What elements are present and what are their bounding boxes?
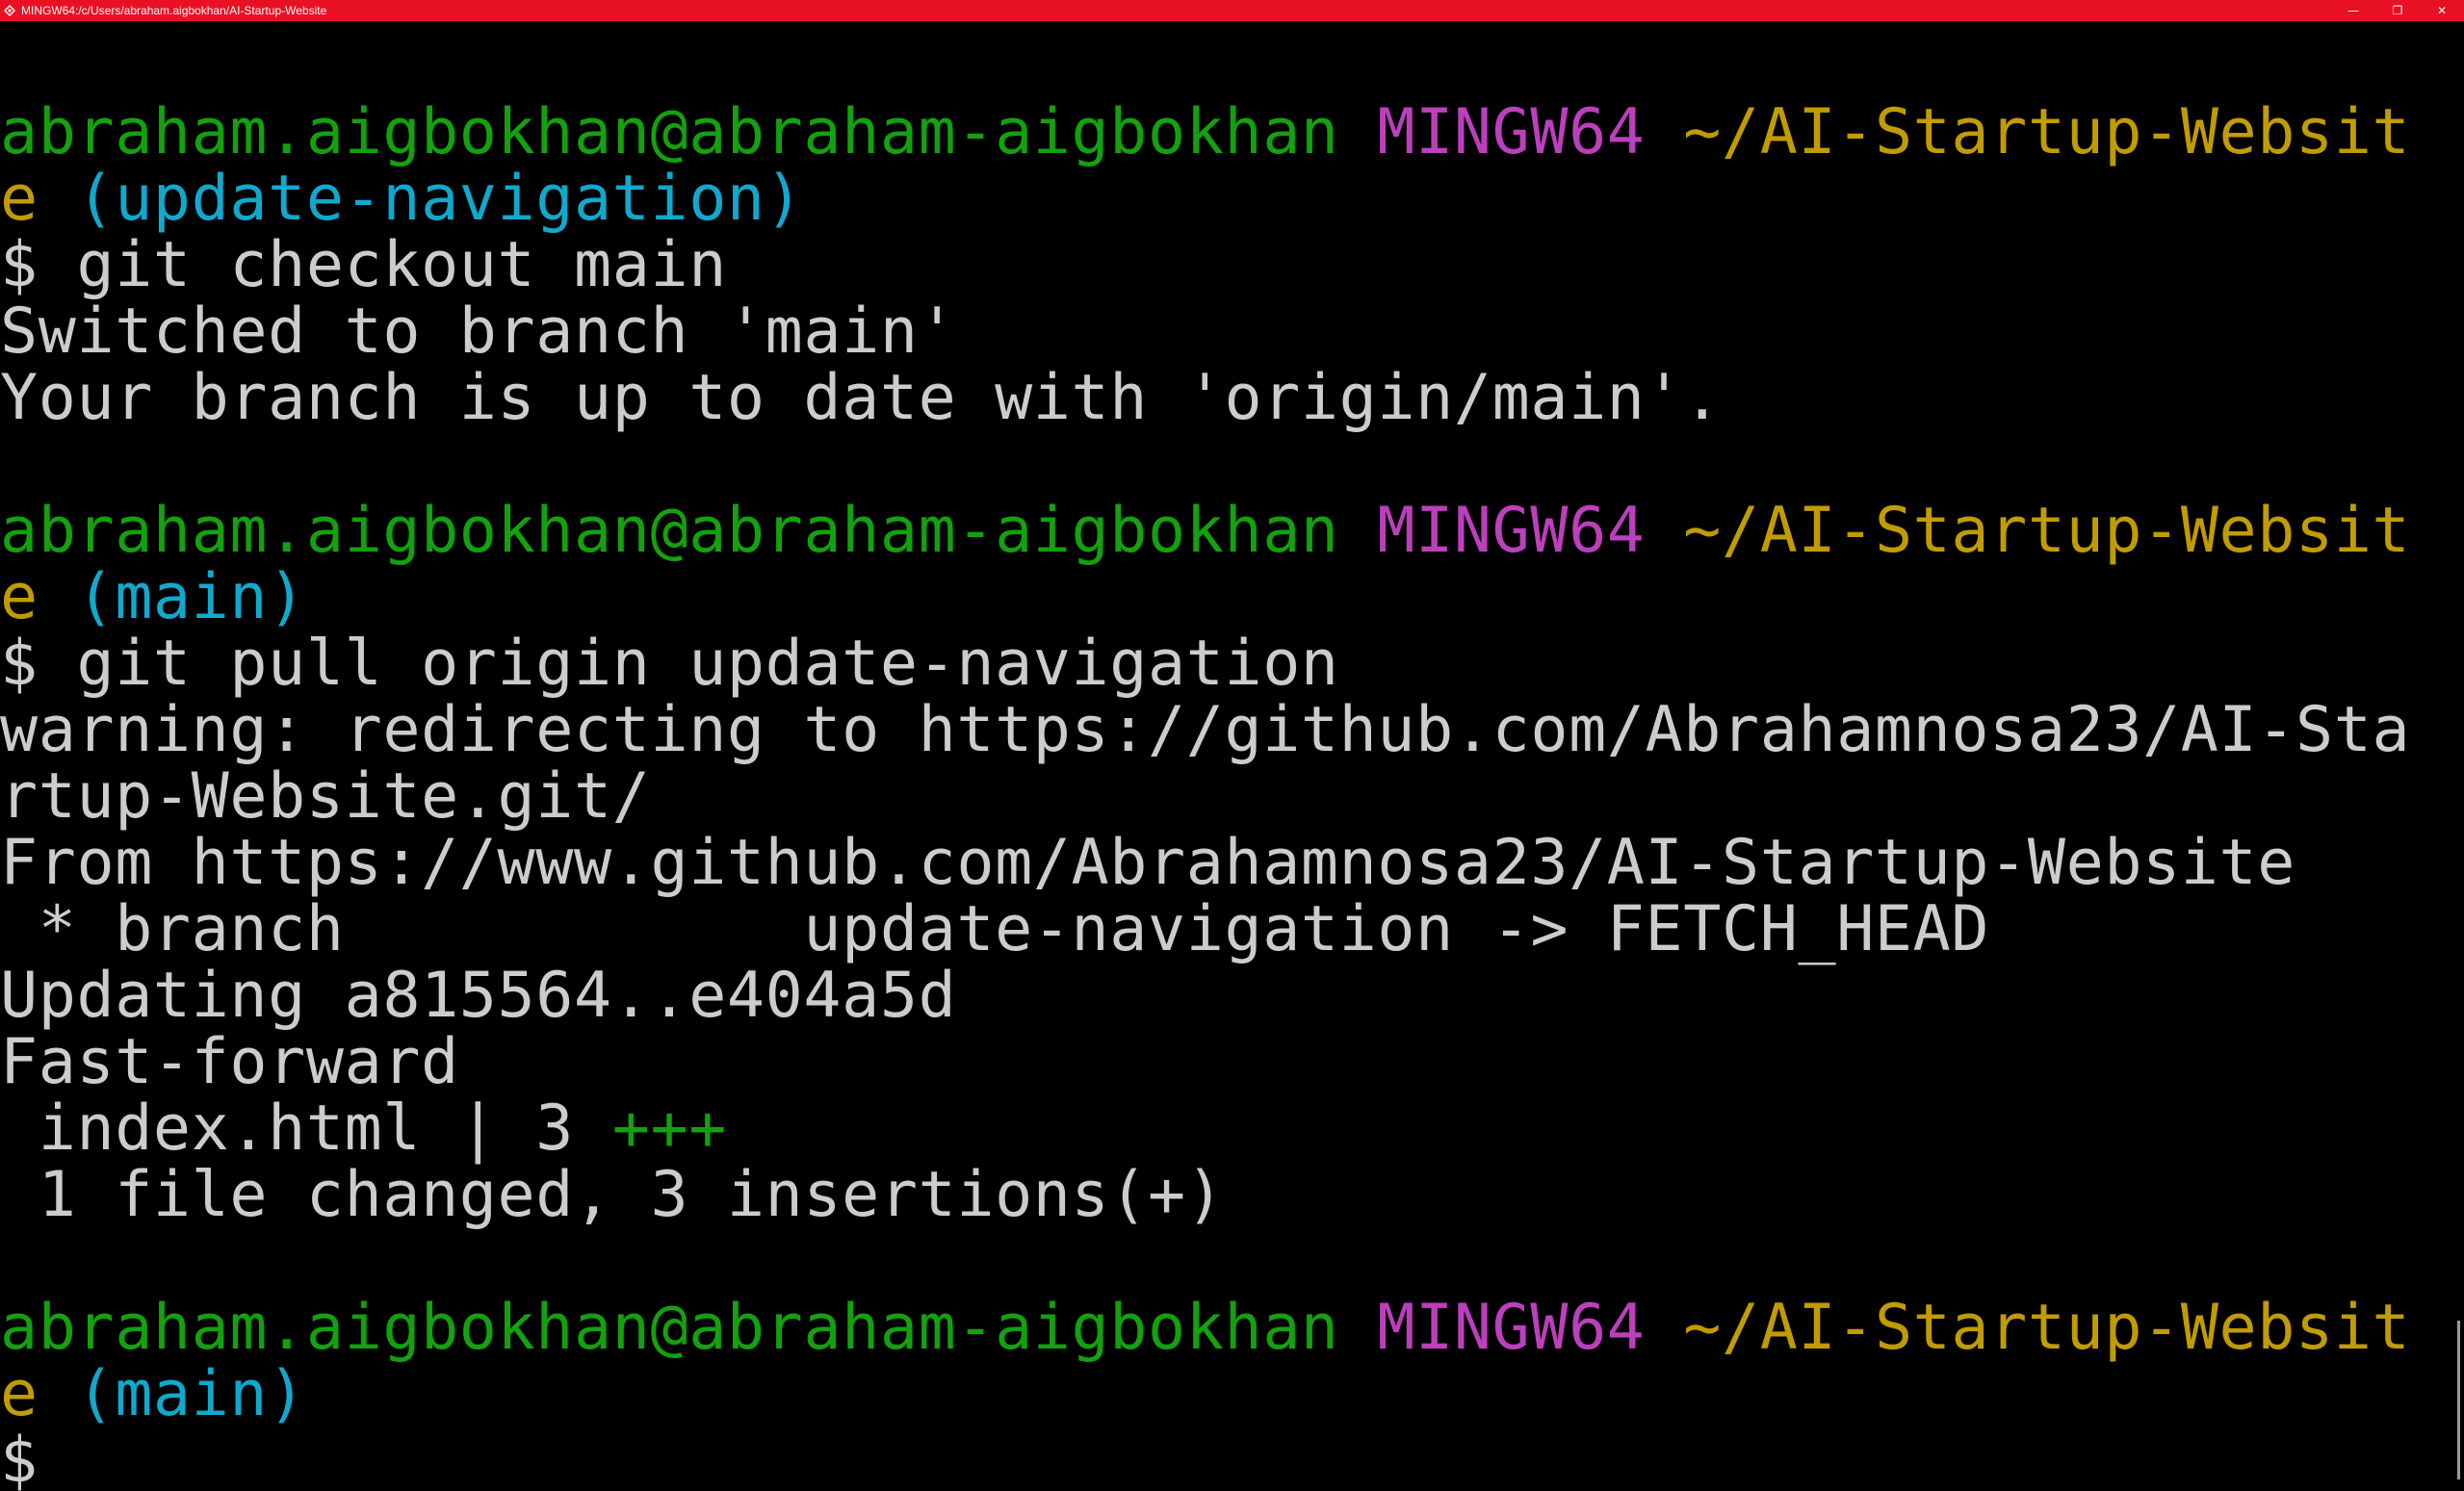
prompt-env: MINGW64 [1377, 1292, 1646, 1364]
prompt-line: abraham.aigbokhan@abraham-aigbokhan MING… [0, 99, 2446, 166]
window-title: MINGW64:/c/Users/abraham.aigbokhan/AI-St… [21, 4, 327, 17]
prompt-line-wrap: e (main) [0, 1361, 2446, 1427]
output-line: Updating a815564..e404a5d [0, 960, 957, 1032]
scrollbar[interactable] [2446, 21, 2464, 1491]
prompt-user-host: abraham.aigbokhan@abraham-aigbokhan [0, 495, 1339, 567]
prompt-branch: (main) [76, 1358, 306, 1430]
diffstat-plus: +++ [611, 1093, 727, 1165]
git-bash-icon [3, 4, 16, 17]
close-icon: ✕ [2436, 4, 2448, 17]
prompt-line-wrap: e (update-navigation) [0, 166, 2446, 232]
prompt-env: MINGW64 [1377, 96, 1646, 168]
restore-button[interactable]: ❐ [2375, 0, 2420, 21]
scrollbar-thumb[interactable] [2457, 1321, 2460, 1479]
prompt-path-wrap: e [0, 163, 39, 235]
prompt-line: abraham.aigbokhan@abraham-aigbokhan MING… [0, 498, 2446, 564]
prompt-env: MINGW64 [1377, 495, 1646, 567]
prompt-user-host: abraham.aigbokhan@abraham-aigbokhan [0, 1292, 1339, 1364]
output-line: * branch update-navigation -> FETCH_HEAD [0, 893, 1990, 965]
close-button[interactable]: ✕ [2420, 0, 2464, 21]
output-line: Switched to branch 'main' [0, 296, 957, 368]
prompt-path: ~/AI-Startup-Websit [1683, 495, 2411, 567]
prompt-path: ~/AI-Startup-Websit [1683, 96, 2411, 168]
cursor-prompt[interactable]: $ [0, 1427, 2446, 1491]
output-line: From https://www.github.com/Abrahamnosa2… [0, 827, 2295, 899]
restore-icon: ❐ [2392, 4, 2403, 17]
prompt-path-wrap: e [0, 1358, 39, 1430]
diffstat-file: index.html | 3 [0, 1093, 612, 1165]
prompt-line-wrap: e (main) [0, 564, 2446, 630]
prompt-path: ~/AI-Startup-Websit [1683, 1292, 2411, 1364]
output-line: warning: redirecting to https://github.c… [0, 694, 2411, 766]
prompt-line: abraham.aigbokhan@abraham-aigbokhan MING… [0, 1295, 2446, 1361]
minimize-icon: — [2347, 4, 2359, 17]
diffstat-line: index.html | 3 +++ [0, 1095, 2446, 1162]
prompt-path-wrap: e [0, 561, 39, 633]
command-line: $ git pull origin update-navigation [0, 628, 1339, 700]
output-line: rtup-Website.git/ [0, 760, 651, 833]
prompt-branch: (main) [76, 561, 306, 633]
output-line: Your branch is up to date with 'origin/m… [0, 362, 1722, 434]
minimize-button[interactable]: — [2331, 0, 2375, 21]
output-line: 1 file changed, 3 insertions(+) [0, 1159, 1225, 1231]
window-controls: — ❐ ✕ [2331, 0, 2464, 21]
terminal-output[interactable]: abraham.aigbokhan@abraham-aigbokhan MING… [0, 21, 2446, 1491]
prompt-branch: (update-navigation) [76, 163, 804, 235]
prompt-user-host: abraham.aigbokhan@abraham-aigbokhan [0, 96, 1339, 168]
title-bar: MINGW64:/c/Users/abraham.aigbokhan/AI-St… [0, 0, 2464, 21]
command-line: $ git checkout main [0, 229, 727, 301]
output-line: Fast-forward [0, 1026, 459, 1098]
